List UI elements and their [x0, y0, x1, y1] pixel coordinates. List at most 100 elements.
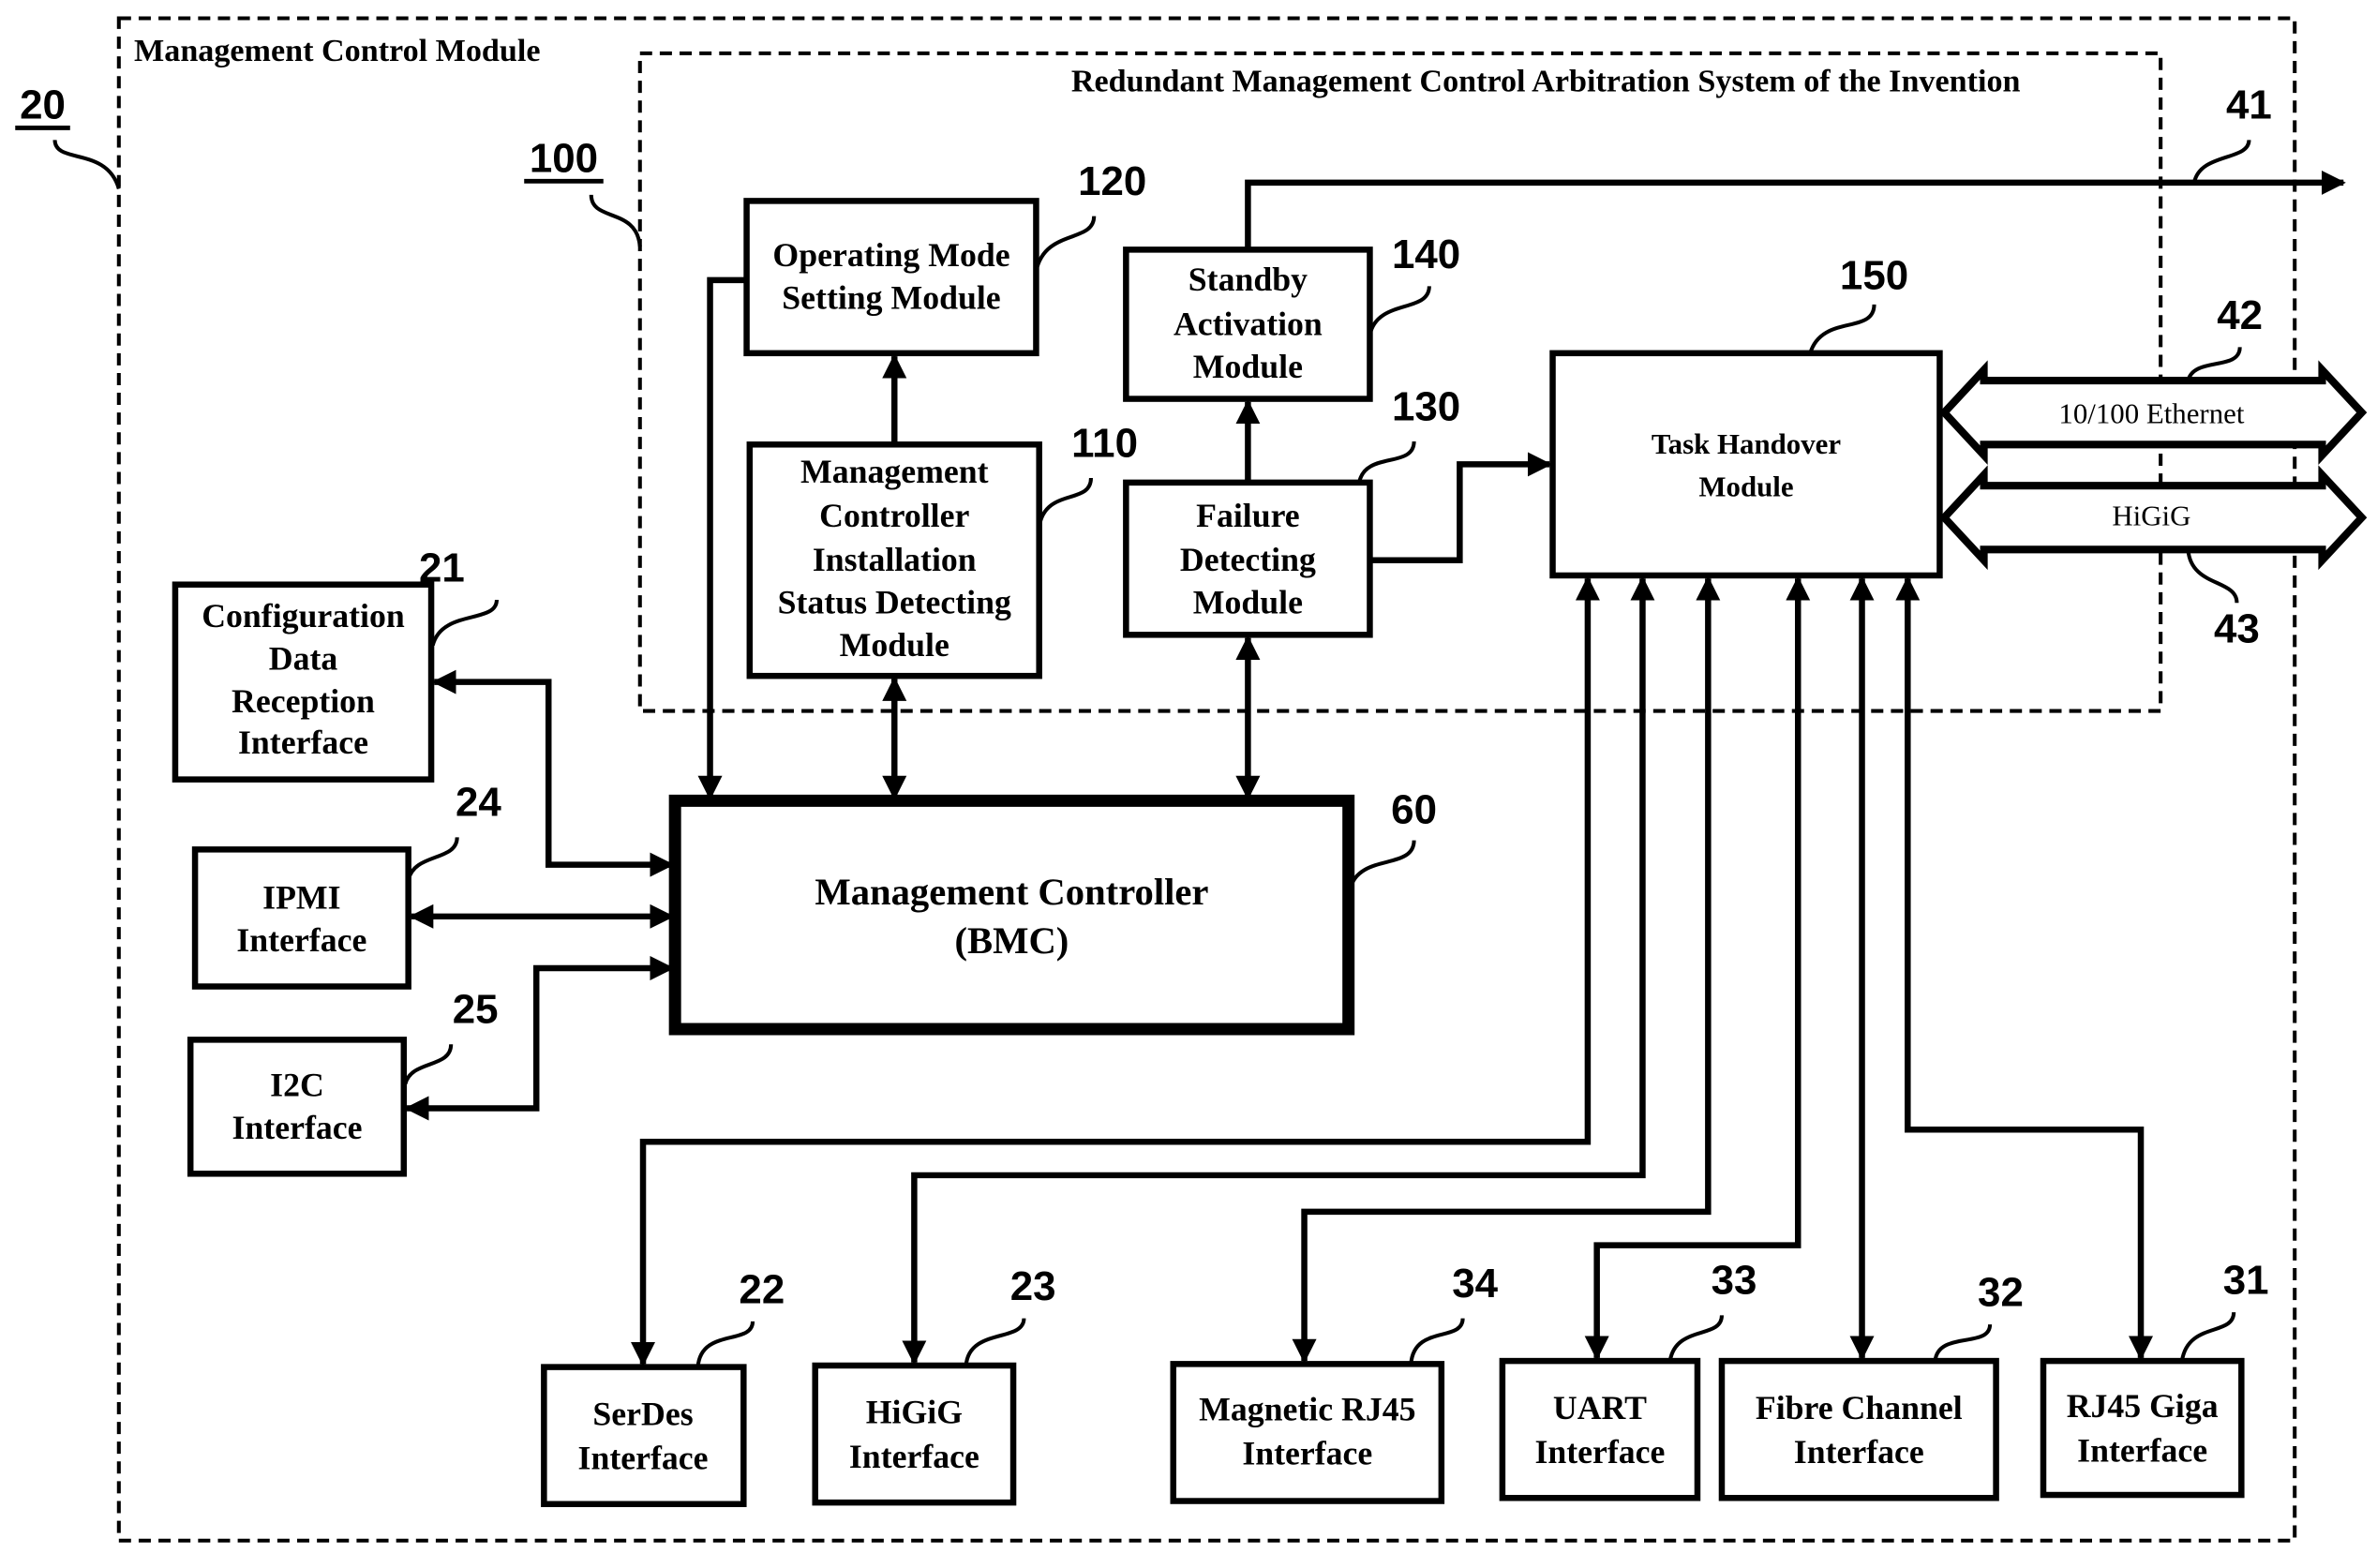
arrow-operating-mode-to-bmc: [697, 276, 747, 800]
ref-110: 110: [1071, 420, 1138, 466]
ref-21-leader: [430, 599, 499, 647]
serdes-label-1: SerDes: [592, 1395, 693, 1432]
block-diagram: Management Control Module 20 Redundant M…: [15, 16, 2368, 1543]
arrow-i2c-bmc: [404, 956, 675, 1121]
task-handover-label-1: Task Handover: [1652, 427, 1841, 460]
installation-label-5: Module: [840, 626, 949, 664]
ref-60-leader: [1348, 840, 1416, 890]
serdes-label-2: Interface: [578, 1439, 709, 1476]
ref-22: 22: [739, 1266, 785, 1312]
ethernet-bus[interactable]: 10/100 Ethernet: [1938, 360, 2368, 465]
installation-label-1: Management: [800, 453, 989, 490]
fibre-channel-interface[interactable]: Fibre Channel Interface: [1718, 1357, 1999, 1501]
serdes-interface[interactable]: SerDes Interface: [541, 1364, 747, 1508]
arrow-rj45-giga-task-handover: [1895, 575, 2154, 1361]
magnetic-label-1: Magnetic RJ45: [1199, 1390, 1415, 1427]
ref-24-leader: [406, 837, 459, 881]
operating-mode-label-1: Operating Mode: [772, 236, 1009, 274]
ref-100: 100: [530, 136, 598, 182]
arrow-config-bmc: [431, 669, 675, 877]
ref-20: 20: [20, 82, 66, 128]
installation-label-4: Status Detecting: [778, 584, 1011, 621]
ipmi-label-2: Interface: [236, 921, 366, 959]
ref-130: 130: [1392, 383, 1460, 429]
config-label-3: Reception: [232, 682, 375, 720]
configuration-data-reception-interface[interactable]: Configuration Data Reception Interface: [172, 581, 435, 783]
ref-25-leader: [403, 1043, 454, 1085]
failure-detecting-module[interactable]: Failure Detecting Module: [1123, 479, 1373, 638]
magnetic-label-2: Interface: [1242, 1435, 1372, 1472]
ref-120-leader: [1034, 216, 1097, 272]
rj45-giga-label-2: Interface: [2077, 1431, 2207, 1469]
uart-label-1: UART: [1553, 1389, 1647, 1426]
ref-23: 23: [1010, 1263, 1056, 1309]
i2c-interface[interactable]: I2C Interface: [187, 1037, 408, 1177]
ref-32: 32: [1978, 1270, 2024, 1316]
ref-100-leader: [589, 194, 642, 247]
ref-41-leader: [2191, 140, 2251, 184]
arrow-failure-to-task-handover: [1369, 452, 1552, 563]
installation-label-2: Controller: [819, 497, 969, 534]
ref-24: 24: [456, 780, 501, 826]
failure-label-1: Failure: [1196, 497, 1300, 534]
ref-42-leader: [2186, 347, 2242, 381]
ref-25: 25: [453, 987, 499, 1033]
ref-120: 120: [1078, 158, 1146, 204]
ref-43: 43: [2214, 605, 2260, 651]
uart-label-2: Interface: [1534, 1433, 1665, 1471]
ref-43-leader: [2186, 549, 2239, 604]
standby-activation-module[interactable]: Standby Activation Module: [1123, 246, 1373, 402]
ref-130-leader: [1357, 441, 1416, 484]
ref-31-leader: [2179, 1311, 2236, 1362]
higig-bus[interactable]: HiGiG: [1938, 465, 2368, 571]
connections: [404, 170, 2346, 1366]
rj45-giga-label-1: RJ45 Giga: [2067, 1387, 2219, 1425]
ref-140-leader: [1368, 286, 1431, 336]
ref-33: 33: [1712, 1258, 1757, 1304]
installation-status-detecting-module[interactable]: Management Controller Installation Statu…: [746, 441, 1042, 679]
higig-if-label-1: HiGiG: [866, 1394, 963, 1431]
ref-110-leader: [1037, 477, 1093, 528]
ref-150: 150: [1840, 253, 1908, 299]
bmc-label-1: Management Controller: [815, 871, 1208, 913]
fibre-label-1: Fibre Channel: [1756, 1389, 1963, 1426]
magnetic-rj45-interface[interactable]: Magnetic RJ45 Interface: [1170, 1361, 1445, 1504]
config-label-1: Configuration: [202, 597, 405, 635]
ref-21: 21: [419, 545, 465, 590]
ref-34-leader: [1409, 1318, 1465, 1365]
ref-33-leader: [1667, 1315, 1725, 1362]
ipmi-interface[interactable]: IPMI Interface: [191, 846, 411, 990]
ref-23-leader: [964, 1318, 1026, 1366]
failure-label-2: Detecting: [1180, 541, 1316, 578]
fibre-label-2: Interface: [1794, 1433, 1924, 1471]
config-label-2: Data: [269, 640, 338, 678]
ref-22-leader: [695, 1321, 755, 1367]
rj45-giga-interface[interactable]: RJ45 Giga Interface: [2040, 1357, 2245, 1499]
standby-label-1: Standby: [1188, 261, 1308, 298]
installation-label-3: Installation: [813, 541, 977, 578]
ref-60: 60: [1391, 787, 1437, 833]
ref-32-leader: [1933, 1323, 1993, 1362]
uart-interface[interactable]: UART Interface: [1499, 1357, 1701, 1501]
i2c-label-2: Interface: [232, 1109, 363, 1146]
operating-mode-setting-module[interactable]: Operating Mode Setting Module: [743, 198, 1039, 357]
higig-bus-label: HiGiG: [2112, 499, 2190, 531]
higig-interface[interactable]: HiGiG Interface: [812, 1362, 1017, 1506]
failure-label-3: Module: [1193, 584, 1303, 621]
ipmi-label-1: IPMI: [262, 879, 340, 917]
ethernet-bus-label: 10/100 Ethernet: [2058, 397, 2244, 430]
ref-34: 34: [1452, 1261, 1498, 1307]
standby-label-2: Activation: [1174, 305, 1323, 342]
operating-mode-label-2: Setting Module: [782, 279, 1000, 317]
higig-if-label-2: Interface: [849, 1438, 979, 1475]
ref-140: 140: [1392, 231, 1460, 277]
bmc-label-2: (BMC): [955, 919, 1069, 962]
management-controller-bmc[interactable]: Management Controller (BMC): [668, 794, 1355, 1036]
management-control-module-title: Management Control Module: [134, 34, 540, 68]
i2c-label-1: I2C: [270, 1066, 324, 1103]
config-label-4: Interface: [238, 724, 368, 761]
task-handover-label-2: Module: [1698, 470, 1793, 503]
ref-20-leader: [52, 140, 121, 190]
arrow-uart-task-handover: [1584, 575, 1811, 1361]
task-handover-module[interactable]: Task Handover Module: [1549, 350, 1943, 579]
